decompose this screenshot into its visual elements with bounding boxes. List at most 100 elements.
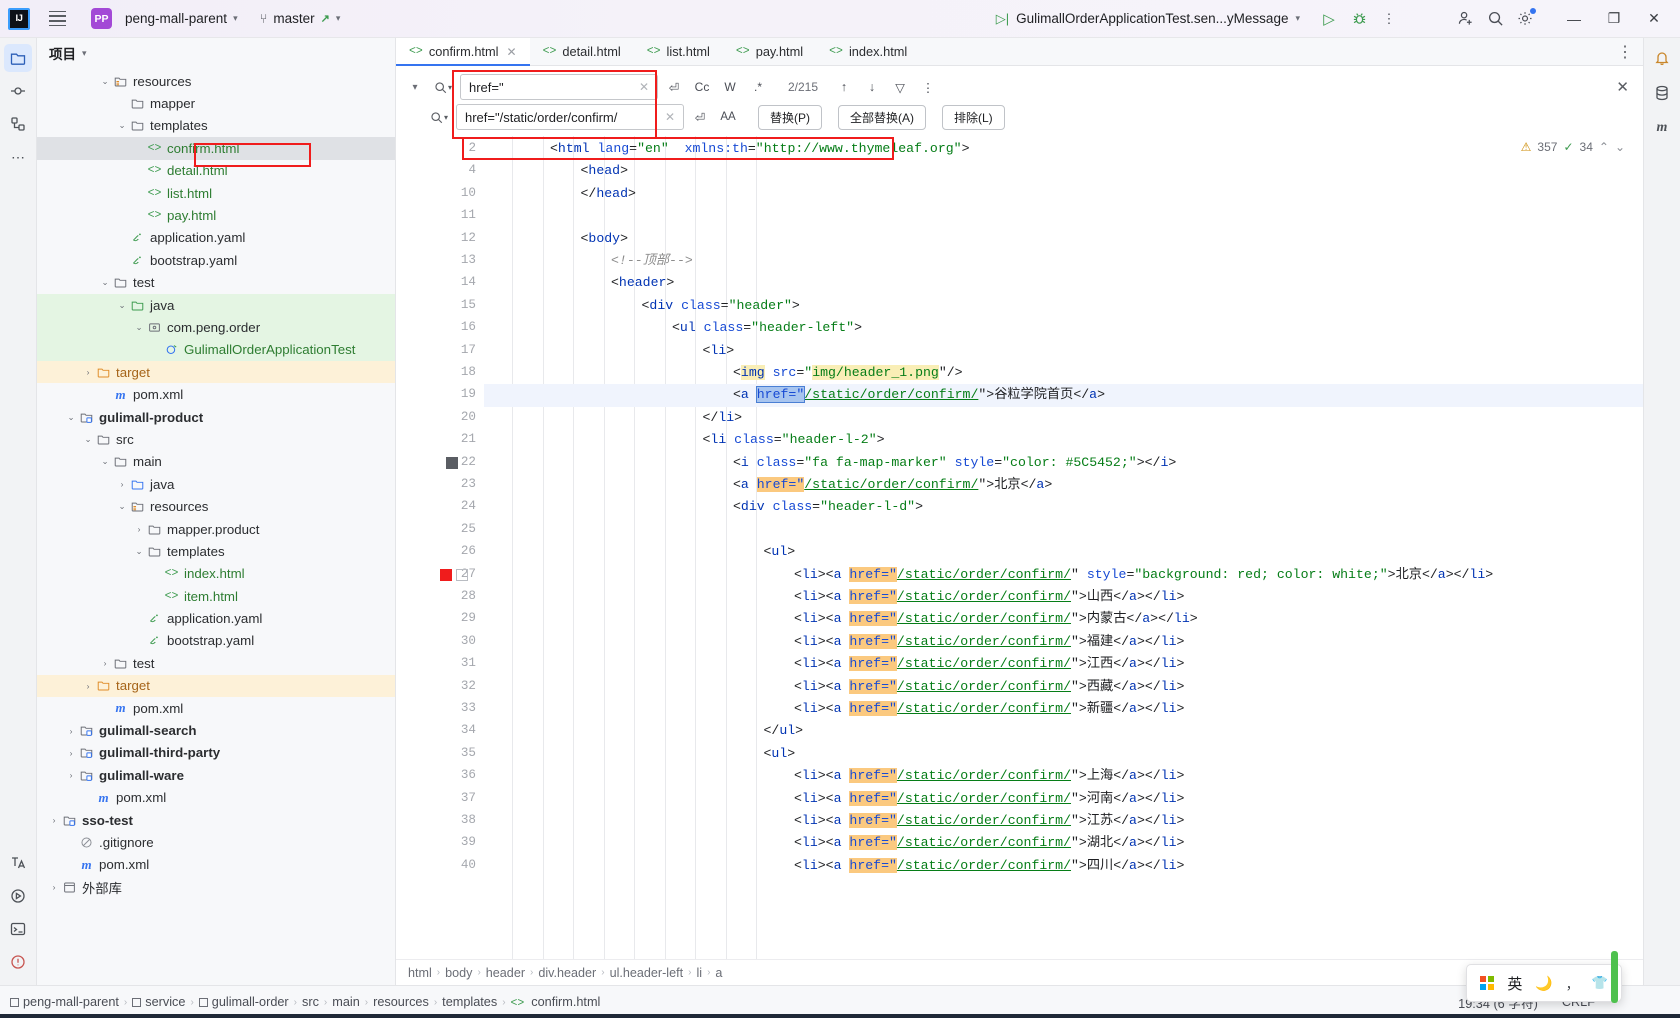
line-number[interactable]: 19 bbox=[461, 387, 476, 401]
line-number[interactable]: 36 bbox=[461, 768, 476, 782]
editor-tab-index-html[interactable]: <> index.html bbox=[816, 38, 920, 65]
line-number[interactable]: 18 bbox=[461, 365, 476, 379]
editor-tab-confirm-html[interactable]: <> confirm.html ✕ bbox=[396, 38, 530, 66]
status-path-item[interactable]: <> confirm.html bbox=[511, 995, 601, 1010]
add-account-button[interactable] bbox=[1450, 4, 1480, 34]
code-line[interactable]: <div class="header-l-d"> bbox=[733, 496, 923, 518]
line-number[interactable]: 25 bbox=[461, 522, 476, 536]
tree-node-外部库[interactable]: › 外部库 bbox=[37, 876, 395, 898]
tree-node-resources[interactable]: ⌄ resources bbox=[37, 70, 395, 92]
find-next-button[interactable]: ↓ bbox=[860, 75, 884, 99]
code-editor[interactable]: 2 4 10 11 12 13 14 15 16 17 18 19 20 21 22 23 24 25 26 27 28… bbox=[396, 136, 1643, 959]
status-path-item[interactable]: service bbox=[132, 995, 185, 1009]
code-line[interactable]: <li><a href="/static/order/confirm/">山西<… bbox=[794, 586, 1184, 608]
line-number[interactable]: 34 bbox=[461, 723, 476, 737]
exclude-button[interactable]: 排除(L) bbox=[942, 104, 1005, 130]
tree-node-mapper-product[interactable]: › mapper.product bbox=[37, 518, 395, 540]
minimize-button[interactable]: — bbox=[1554, 4, 1594, 34]
tree-twisty-icon[interactable]: › bbox=[98, 658, 112, 668]
tree-node-item-html[interactable]: <> item.html bbox=[37, 585, 395, 607]
tree-node-test[interactable]: ⌄ test bbox=[37, 272, 395, 294]
tree-twisty-icon[interactable]: ⌄ bbox=[115, 120, 129, 131]
moon-icon[interactable]: 🌙 bbox=[1535, 975, 1552, 992]
maximize-button[interactable]: ❐ bbox=[1594, 4, 1634, 34]
code-line[interactable]: <li class="header-l-2"> bbox=[703, 429, 885, 451]
code-line[interactable]: <li><a href="/static/order/confirm/" sty… bbox=[794, 564, 1493, 586]
tree-node-gulimall-ware[interactable]: › gulimall-ware bbox=[37, 764, 395, 786]
replace-history-icon[interactable]: ▾ bbox=[426, 111, 452, 124]
code-line[interactable]: <html lang="en" xmlns:th="http://www.thy… bbox=[550, 138, 969, 160]
tree-node-target[interactable]: › target bbox=[37, 674, 395, 697]
tree-node-pom-xml[interactable]: m pom.xml bbox=[37, 854, 395, 876]
line-number[interactable]: 20 bbox=[461, 410, 476, 424]
hamburger-menu-icon[interactable] bbox=[44, 6, 70, 32]
tree-node-pom-xml[interactable]: m pom.xml bbox=[37, 697, 395, 719]
preserve-case-toggle[interactable]: AA bbox=[716, 105, 740, 129]
tree-twisty-icon[interactable]: › bbox=[47, 815, 61, 825]
code-line[interactable]: <li><a href="/static/order/confirm/">上海<… bbox=[794, 765, 1184, 787]
problems-tool-icon[interactable] bbox=[4, 948, 32, 976]
more-actions-button[interactable]: ⋮ bbox=[1374, 4, 1404, 34]
code-line[interactable]: <li><a href="/static/order/confirm/">湖北<… bbox=[794, 832, 1184, 854]
tree-node-resources[interactable]: ⌄ resources bbox=[37, 495, 395, 517]
tree-twisty-icon[interactable]: ⌄ bbox=[64, 412, 78, 423]
more-tools-icon[interactable]: ⋯ bbox=[4, 143, 32, 171]
editor-tab-pay-html[interactable]: <> pay.html bbox=[723, 38, 816, 65]
match-case-toggle[interactable]: Cc bbox=[690, 75, 714, 99]
line-number[interactable]: 24 bbox=[461, 499, 476, 513]
tree-twisty-icon[interactable]: ⌄ bbox=[115, 501, 129, 512]
tree-twisty-icon[interactable]: › bbox=[132, 524, 146, 534]
tree-twisty-icon[interactable]: ⌄ bbox=[132, 546, 146, 557]
line-number[interactable]: 35 bbox=[461, 746, 476, 760]
code-line[interactable]: <img src="img/header_1.png"/> bbox=[733, 362, 963, 384]
tree-node-mapper[interactable]: mapper bbox=[37, 92, 395, 114]
code-line[interactable]: <header> bbox=[611, 272, 674, 294]
tree-twisty-icon[interactable]: › bbox=[115, 479, 129, 489]
regex-toggle[interactable]: .* bbox=[746, 75, 770, 99]
code-line[interactable]: <li><a href="/static/order/confirm/">内蒙古… bbox=[794, 608, 1198, 630]
tree-twisty-icon[interactable]: ⌄ bbox=[115, 300, 129, 311]
breadcrumb-item[interactable]: ul.header-left bbox=[610, 966, 684, 980]
code-line[interactable]: <li><a href="/static/order/confirm/">江西<… bbox=[794, 653, 1184, 675]
code-line[interactable]: <li><a href="/static/order/confirm/">福建<… bbox=[794, 631, 1184, 653]
find-previous-button[interactable]: ↑ bbox=[832, 75, 856, 99]
search-everywhere-button[interactable] bbox=[1480, 4, 1510, 34]
find-options-button[interactable]: ⋮ bbox=[916, 75, 940, 99]
status-path-item[interactable]: src bbox=[302, 995, 319, 1009]
code-line[interactable]: <ul> bbox=[764, 743, 796, 765]
line-number[interactable]: 14 bbox=[461, 275, 476, 289]
code-line[interactable]: <head> bbox=[581, 160, 629, 182]
line-number[interactable]: 21 bbox=[461, 432, 476, 446]
tree-node-templates[interactable]: ⌄ templates bbox=[37, 540, 395, 562]
run-button[interactable]: ▷ bbox=[1314, 4, 1344, 34]
clear-replace-icon[interactable]: ✕ bbox=[661, 110, 679, 124]
code-line[interactable]: <li> bbox=[703, 340, 735, 362]
line-number[interactable]: 28 bbox=[461, 589, 476, 603]
line-number[interactable]: 38 bbox=[461, 813, 476, 827]
tree-node-templates[interactable]: ⌄ templates bbox=[37, 115, 395, 137]
words-toggle[interactable]: W bbox=[718, 75, 742, 99]
replace-input[interactable]: href="/static/order/confirm/ ✕ bbox=[456, 104, 684, 130]
find-input[interactable]: href=" ✕ bbox=[460, 74, 658, 100]
code-line[interactable]: <li><a href="/static/order/confirm/">江苏<… bbox=[794, 810, 1184, 832]
line-number[interactable]: 23 bbox=[461, 477, 476, 491]
notifications-icon[interactable] bbox=[1648, 44, 1676, 72]
line-number[interactable]: 16 bbox=[461, 320, 476, 334]
tree-node-bootstrap-yaml[interactable]: bootstrap.yaml bbox=[37, 630, 395, 652]
code-line[interactable]: <li><a href="/static/order/confirm/">河南<… bbox=[794, 788, 1184, 810]
line-number[interactable]: 11 bbox=[461, 208, 476, 222]
line-number[interactable]: 33 bbox=[461, 701, 476, 715]
ime-tools-icon[interactable]: 👕 bbox=[1592, 975, 1608, 991]
code-line[interactable]: <li><a href="/static/order/confirm/">新疆<… bbox=[794, 698, 1184, 720]
filter-scope-button[interactable]: ▽ bbox=[888, 75, 912, 99]
tree-node-gulimall-search[interactable]: › gulimall-search bbox=[37, 719, 395, 741]
translate-tool-icon[interactable] bbox=[4, 849, 32, 877]
editor-tab-detail-html[interactable]: <> detail.html bbox=[530, 38, 634, 65]
line-number[interactable]: 10 bbox=[461, 186, 476, 200]
line-number[interactable]: 40 bbox=[461, 858, 476, 872]
breadcrumb-item[interactable]: body bbox=[445, 966, 472, 980]
code-line[interactable]: <i class="fa fa-map-marker" style="color… bbox=[733, 452, 1176, 474]
code-line[interactable]: </ul> bbox=[764, 720, 804, 742]
line-number[interactable]: 17 bbox=[461, 343, 476, 357]
tree-node--gitignore[interactable]: .gitignore bbox=[37, 831, 395, 853]
